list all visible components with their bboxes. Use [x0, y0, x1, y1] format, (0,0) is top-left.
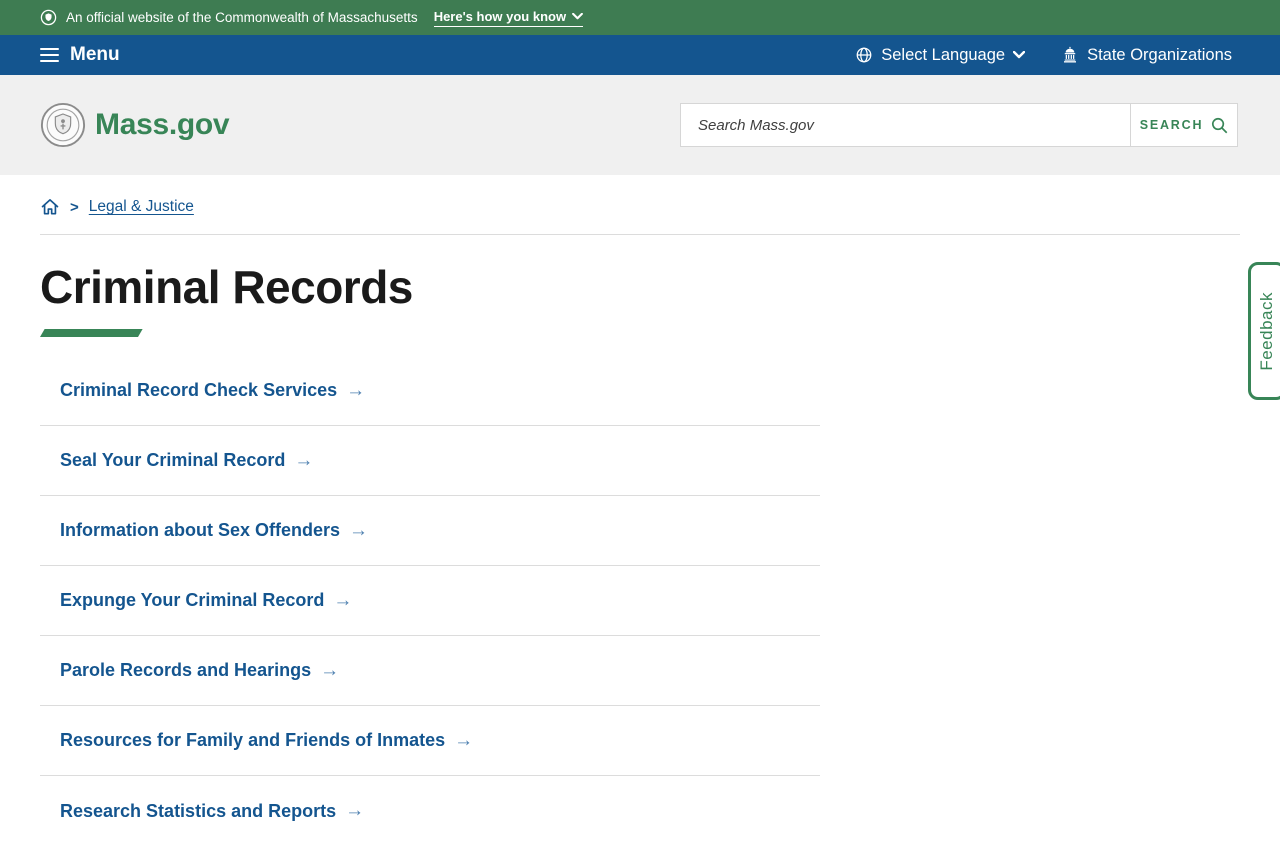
- arrow-right-icon: →: [349, 519, 369, 541]
- list-item: Seal Your Criminal Record →: [40, 426, 820, 496]
- state-organizations-link[interactable]: State Organizations: [1061, 46, 1232, 65]
- search-input[interactable]: [680, 103, 1130, 147]
- topic-link-seal-your-criminal-record[interactable]: Seal Your Criminal Record: [60, 450, 285, 471]
- breadcrumb-separator: >: [70, 198, 79, 216]
- arrow-right-icon: →: [294, 449, 314, 471]
- topic-link-resources-for-family-and-friends-of-inmates[interactable]: Resources for Family and Friends of Inma…: [60, 730, 445, 751]
- globe-icon: [856, 47, 872, 63]
- list-item: Research Statistics and Reports →: [40, 776, 820, 846]
- arrow-right-icon: →: [333, 589, 353, 611]
- state-seal-icon: [40, 9, 57, 26]
- list-item: Expunge Your Criminal Record →: [40, 566, 820, 636]
- breadcrumb-divider: [40, 234, 1240, 235]
- site-header: Mass.gov SEARCH: [0, 75, 1280, 175]
- topic-link-information-about-sex-offenders[interactable]: Information about Sex Offenders: [60, 520, 340, 541]
- heres-how-you-know-toggle[interactable]: Here's how you know: [433, 8, 584, 27]
- official-banner: An official website of the Commonwealth …: [0, 0, 1280, 35]
- site-name: Mass.gov: [95, 108, 230, 141]
- arrow-right-icon: →: [454, 729, 474, 751]
- magnifier-icon: [1212, 117, 1228, 133]
- official-banner-text: An official website of the Commonwealth …: [66, 10, 418, 25]
- title-accent-bar: [40, 329, 143, 337]
- home-icon[interactable]: [40, 197, 60, 217]
- topic-link-research-statistics-and-reports[interactable]: Research Statistics and Reports: [60, 801, 336, 822]
- list-item: Criminal Record Check Services →: [40, 356, 820, 426]
- state-organizations-label: State Organizations: [1087, 45, 1232, 64]
- breadcrumb: > Legal & Justice: [40, 195, 1240, 219]
- topic-link-criminal-record-check-services[interactable]: Criminal Record Check Services: [60, 380, 337, 401]
- arrow-right-icon: →: [346, 379, 366, 401]
- menubar-utilities: Select Language State Organizations: [855, 46, 1232, 65]
- list-item: Parole Records and Hearings →: [40, 636, 820, 706]
- capitol-building-icon: [1064, 46, 1077, 63]
- list-item: Information about Sex Offenders →: [40, 496, 820, 566]
- hamburger-icon: [40, 47, 59, 63]
- arrow-right-icon: →: [320, 659, 340, 681]
- menu-button[interactable]: Menu: [40, 44, 120, 66]
- topic-link-list: Criminal Record Check Services → Seal Yo…: [40, 356, 820, 846]
- main-content: > Legal & Justice Criminal Records Crimi…: [0, 195, 1280, 846]
- select-language-dropdown[interactable]: Select Language: [855, 45, 1026, 65]
- menu-label: Menu: [70, 44, 120, 65]
- select-language-label: Select Language: [881, 45, 1006, 64]
- topic-link-parole-records-and-hearings[interactable]: Parole Records and Hearings: [60, 660, 311, 681]
- search-button[interactable]: SEARCH: [1130, 103, 1238, 147]
- feedback-button[interactable]: Feedback: [1248, 262, 1280, 400]
- topic-link-expunge-your-criminal-record[interactable]: Expunge Your Criminal Record: [60, 590, 324, 611]
- main-navigation-bar: Menu Select Language State Organizations: [0, 35, 1280, 75]
- arrow-right-icon: →: [345, 800, 365, 821]
- search-bar: SEARCH: [680, 103, 1238, 147]
- state-seal-logo-icon: [40, 102, 86, 148]
- breadcrumb-link-legal-justice[interactable]: Legal & Justice: [89, 198, 194, 216]
- chevron-down-icon: [1013, 51, 1026, 59]
- page-title: Criminal Records: [40, 261, 413, 313]
- heres-how-you-know-label: Here's how you know: [433, 8, 567, 24]
- list-item: Resources for Family and Friends of Inma…: [40, 706, 820, 776]
- search-button-label: SEARCH: [1139, 118, 1204, 132]
- massgov-logo[interactable]: Mass.gov: [40, 102, 230, 148]
- feedback-label: Feedback: [1257, 291, 1276, 371]
- chevron-down-icon: [572, 12, 584, 19]
